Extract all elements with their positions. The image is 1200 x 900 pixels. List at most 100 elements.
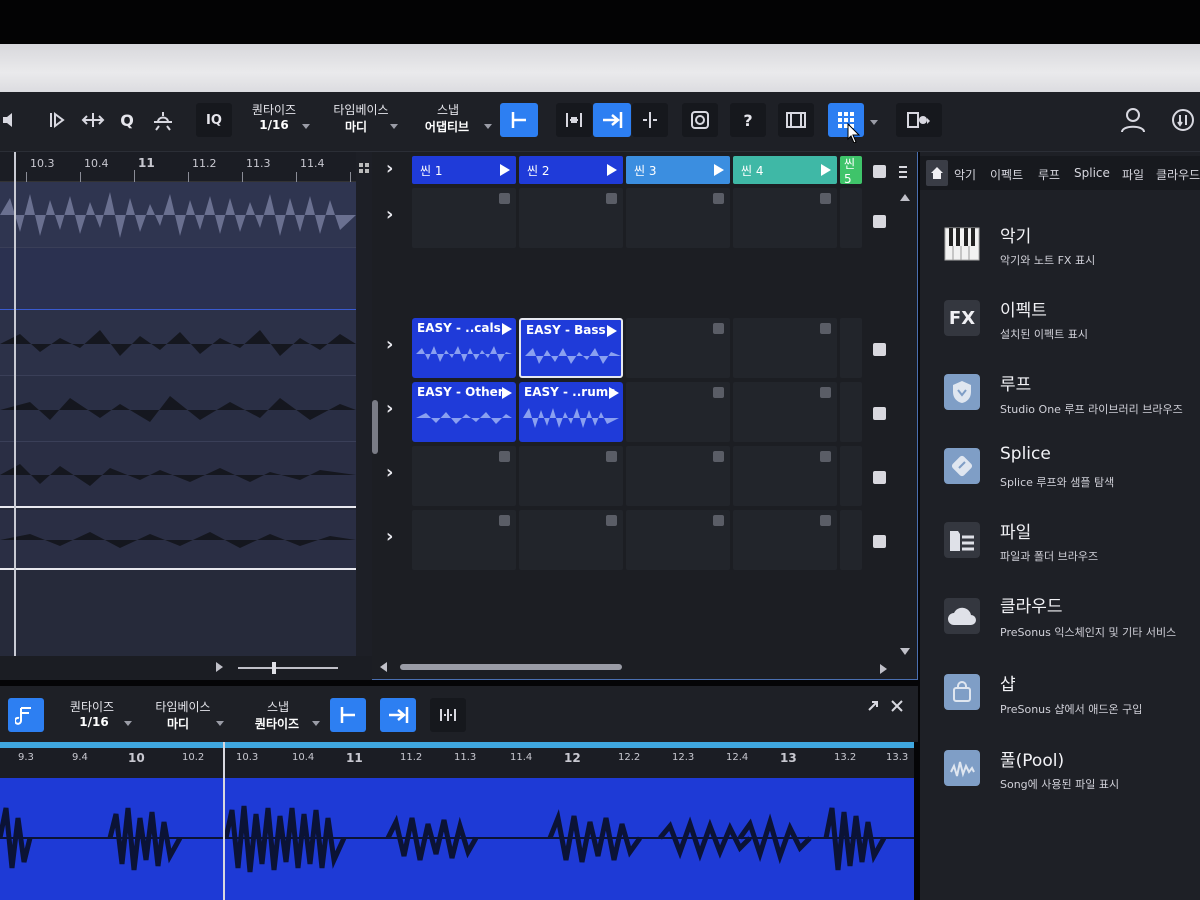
stop-slot-icon[interactable]	[820, 193, 831, 204]
vertical-scrollbar[interactable]	[356, 152, 372, 680]
scroll-right-icon[interactable]	[880, 664, 887, 674]
editor-timebase-value[interactable]: 마디	[158, 715, 198, 732]
quantize-value[interactable]: 1/16	[248, 118, 300, 132]
timebase-value[interactable]: 마디	[336, 118, 376, 135]
split-arrow-icon[interactable]	[46, 103, 72, 137]
stop-slot-icon[interactable]	[606, 451, 617, 462]
scene-header-2[interactable]: 씬 2	[519, 156, 623, 184]
metronome-hand-icon[interactable]	[148, 103, 178, 137]
menu-lines-icon[interactable]	[898, 164, 908, 178]
home-tab[interactable]	[926, 160, 948, 186]
stop-slot-icon[interactable]	[713, 451, 724, 462]
update-icon[interactable]	[1168, 103, 1198, 137]
tab-cloud[interactable]: 클라우드	[1156, 166, 1200, 183]
stop-slot-icon[interactable]	[499, 451, 510, 462]
arrangement-ruler[interactable]: 10.3 10.4 11 11.2 11.3 11.4	[0, 152, 356, 182]
arrangement-track[interactable]	[0, 376, 356, 442]
stop-row-button[interactable]	[873, 407, 886, 420]
empty-clip-slot[interactable]	[840, 188, 862, 248]
stop-slot-icon[interactable]	[713, 387, 724, 398]
chevron-down-icon[interactable]	[484, 124, 492, 129]
film-icon[interactable]	[778, 103, 814, 137]
arrangement-track[interactable]	[0, 510, 356, 570]
expand-icon[interactable]	[866, 698, 880, 712]
play-icon[interactable]	[821, 164, 831, 176]
stop-row-button[interactable]	[873, 343, 886, 356]
arrangement-track[interactable]	[0, 248, 356, 310]
stop-row-button[interactable]	[873, 535, 886, 548]
editor-waveform-region[interactable]	[0, 778, 914, 900]
empty-clip-slot[interactable]	[626, 188, 730, 248]
chevron-right-icon[interactable]: ›	[386, 526, 393, 547]
chevron-right-icon[interactable]: ›	[386, 334, 393, 355]
stop-slot-icon[interactable]	[606, 193, 617, 204]
chevron-right-icon[interactable]: ›	[386, 462, 393, 483]
browser-toggle-button[interactable]	[896, 103, 942, 137]
tab-instruments[interactable]: 악기	[954, 166, 976, 183]
user-account-icon[interactable]	[1118, 103, 1148, 137]
audio-edit-icon[interactable]	[8, 698, 44, 732]
record-target-icon[interactable]	[682, 103, 718, 137]
launcher-vertical-scroll-thumb[interactable]	[372, 400, 378, 454]
scene-header-5[interactable]: 씬 5	[840, 156, 862, 184]
arrangement-track[interactable]	[0, 310, 356, 376]
loop-bracket-icon[interactable]	[556, 103, 592, 137]
stop-row-button[interactable]	[873, 215, 886, 228]
stop-row-button[interactable]	[873, 471, 886, 484]
play-icon[interactable]	[607, 325, 617, 337]
stop-slot-icon[interactable]	[713, 323, 724, 334]
chevron-down-icon[interactable]	[302, 124, 310, 129]
editor-playhead[interactable]	[223, 742, 225, 900]
play-icon[interactable]	[502, 323, 512, 335]
stretch-icon[interactable]	[80, 103, 106, 137]
empty-clip-slot[interactable]	[519, 446, 623, 506]
empty-clip-slot[interactable]	[733, 510, 837, 570]
stop-slot-icon[interactable]	[820, 515, 831, 526]
stop-slot-icon[interactable]	[820, 323, 831, 334]
close-icon[interactable]	[890, 698, 904, 712]
editor-split-icon[interactable]	[430, 698, 466, 732]
chevron-down-icon[interactable]	[870, 120, 878, 125]
editor-snap-grid-button[interactable]	[330, 698, 366, 732]
stop-slot-icon[interactable]	[820, 387, 831, 398]
arrangement-track[interactable]	[0, 182, 356, 248]
iq-button[interactable]: IQ	[196, 103, 232, 137]
play-icon[interactable]	[714, 164, 724, 176]
empty-clip-slot[interactable]	[840, 446, 862, 506]
scroll-left-icon[interactable]	[380, 662, 387, 672]
empty-clip-slot[interactable]	[519, 510, 623, 570]
stop-slot-icon[interactable]	[713, 515, 724, 526]
chevron-down-icon[interactable]	[390, 124, 398, 129]
empty-clip-slot[interactable]	[412, 188, 516, 248]
clip-easy-drums[interactable]: EASY - ..rums	[519, 382, 623, 442]
scroll-down-icon[interactable]	[900, 648, 910, 655]
empty-clip-slot[interactable]	[733, 446, 837, 506]
chevron-right-icon[interactable]: ›	[386, 398, 393, 419]
chevron-right-icon[interactable]: ›	[386, 204, 393, 225]
editor-quantize-value[interactable]: 1/16	[70, 715, 118, 729]
tab-effects[interactable]: 이펙트	[990, 166, 1023, 183]
scene-header-1[interactable]: 씬 1	[412, 156, 516, 184]
arrangement-track[interactable]	[0, 442, 356, 508]
chevron-down-icon[interactable]	[124, 721, 132, 726]
tab-splice[interactable]: Splice	[1074, 166, 1110, 180]
empty-clip-slot[interactable]	[626, 510, 730, 570]
clip-easy-bass[interactable]: EASY - Bass	[519, 318, 623, 378]
empty-clip-slot[interactable]	[412, 446, 516, 506]
scroll-right-icon[interactable]	[216, 662, 223, 672]
playhead[interactable]	[14, 152, 16, 662]
snap-value[interactable]: 어댑티브	[416, 118, 478, 135]
editor-snap-value[interactable]: 퀀타이즈	[244, 715, 310, 732]
zoom-slider[interactable]	[238, 667, 338, 669]
zoom-slider-handle[interactable]	[272, 662, 276, 674]
stop-slot-icon[interactable]	[606, 515, 617, 526]
editor-follow-button[interactable]	[380, 698, 416, 732]
empty-clip-slot[interactable]	[733, 382, 837, 442]
play-icon[interactable]	[609, 387, 619, 399]
stop-slot-icon[interactable]	[820, 451, 831, 462]
quantize-q-button[interactable]: Q	[116, 103, 138, 137]
empty-clip-slot[interactable]	[626, 318, 730, 378]
snap-to-grid-button[interactable]	[500, 103, 538, 137]
empty-clip-slot[interactable]	[733, 188, 837, 248]
launcher-horizontal-scroll-thumb[interactable]	[400, 664, 622, 670]
